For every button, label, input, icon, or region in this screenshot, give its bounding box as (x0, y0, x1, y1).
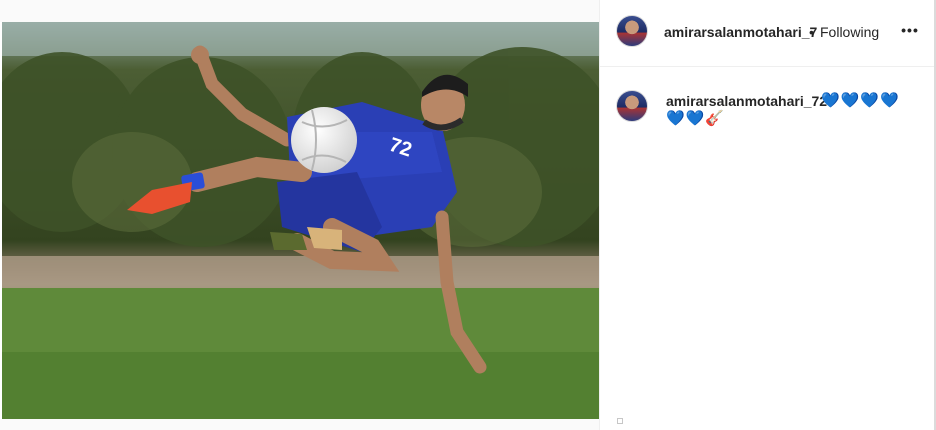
post-photo-image: 72 (2, 22, 599, 419)
top-gutter (0, 0, 600, 22)
caption-emoji-line-2: 💙💙🎸 (666, 109, 725, 127)
more-options-icon[interactable]: ••• (900, 22, 920, 40)
post-sidebar: amirarsalanmotahari_7 • Following ••• am… (600, 0, 936, 430)
commenter-username[interactable]: amirarsalanmotahari_72 (666, 93, 827, 109)
separator-dot: • (809, 24, 814, 40)
caption-emoji-line-1: 💙💙💙💙 (821, 92, 900, 109)
instagram-post: 72 amirarsalanmotahari_7 • Following •••… (0, 0, 936, 430)
blue-hearts-emoji: 💙💙 (666, 110, 706, 127)
following-button[interactable]: Following (820, 24, 879, 40)
guitar-emoji: 🎸 (705, 110, 726, 127)
author-avatar[interactable] (616, 15, 648, 47)
scroll-indicator (617, 418, 623, 424)
commenter-avatar[interactable] (616, 90, 648, 122)
post-photo[interactable]: 72 (2, 22, 599, 419)
bottom-gutter (0, 419, 600, 430)
post-header: amirarsalanmotahari_7 • Following ••• (600, 0, 936, 67)
author-username[interactable]: amirarsalanmotahari_7 (664, 24, 817, 40)
